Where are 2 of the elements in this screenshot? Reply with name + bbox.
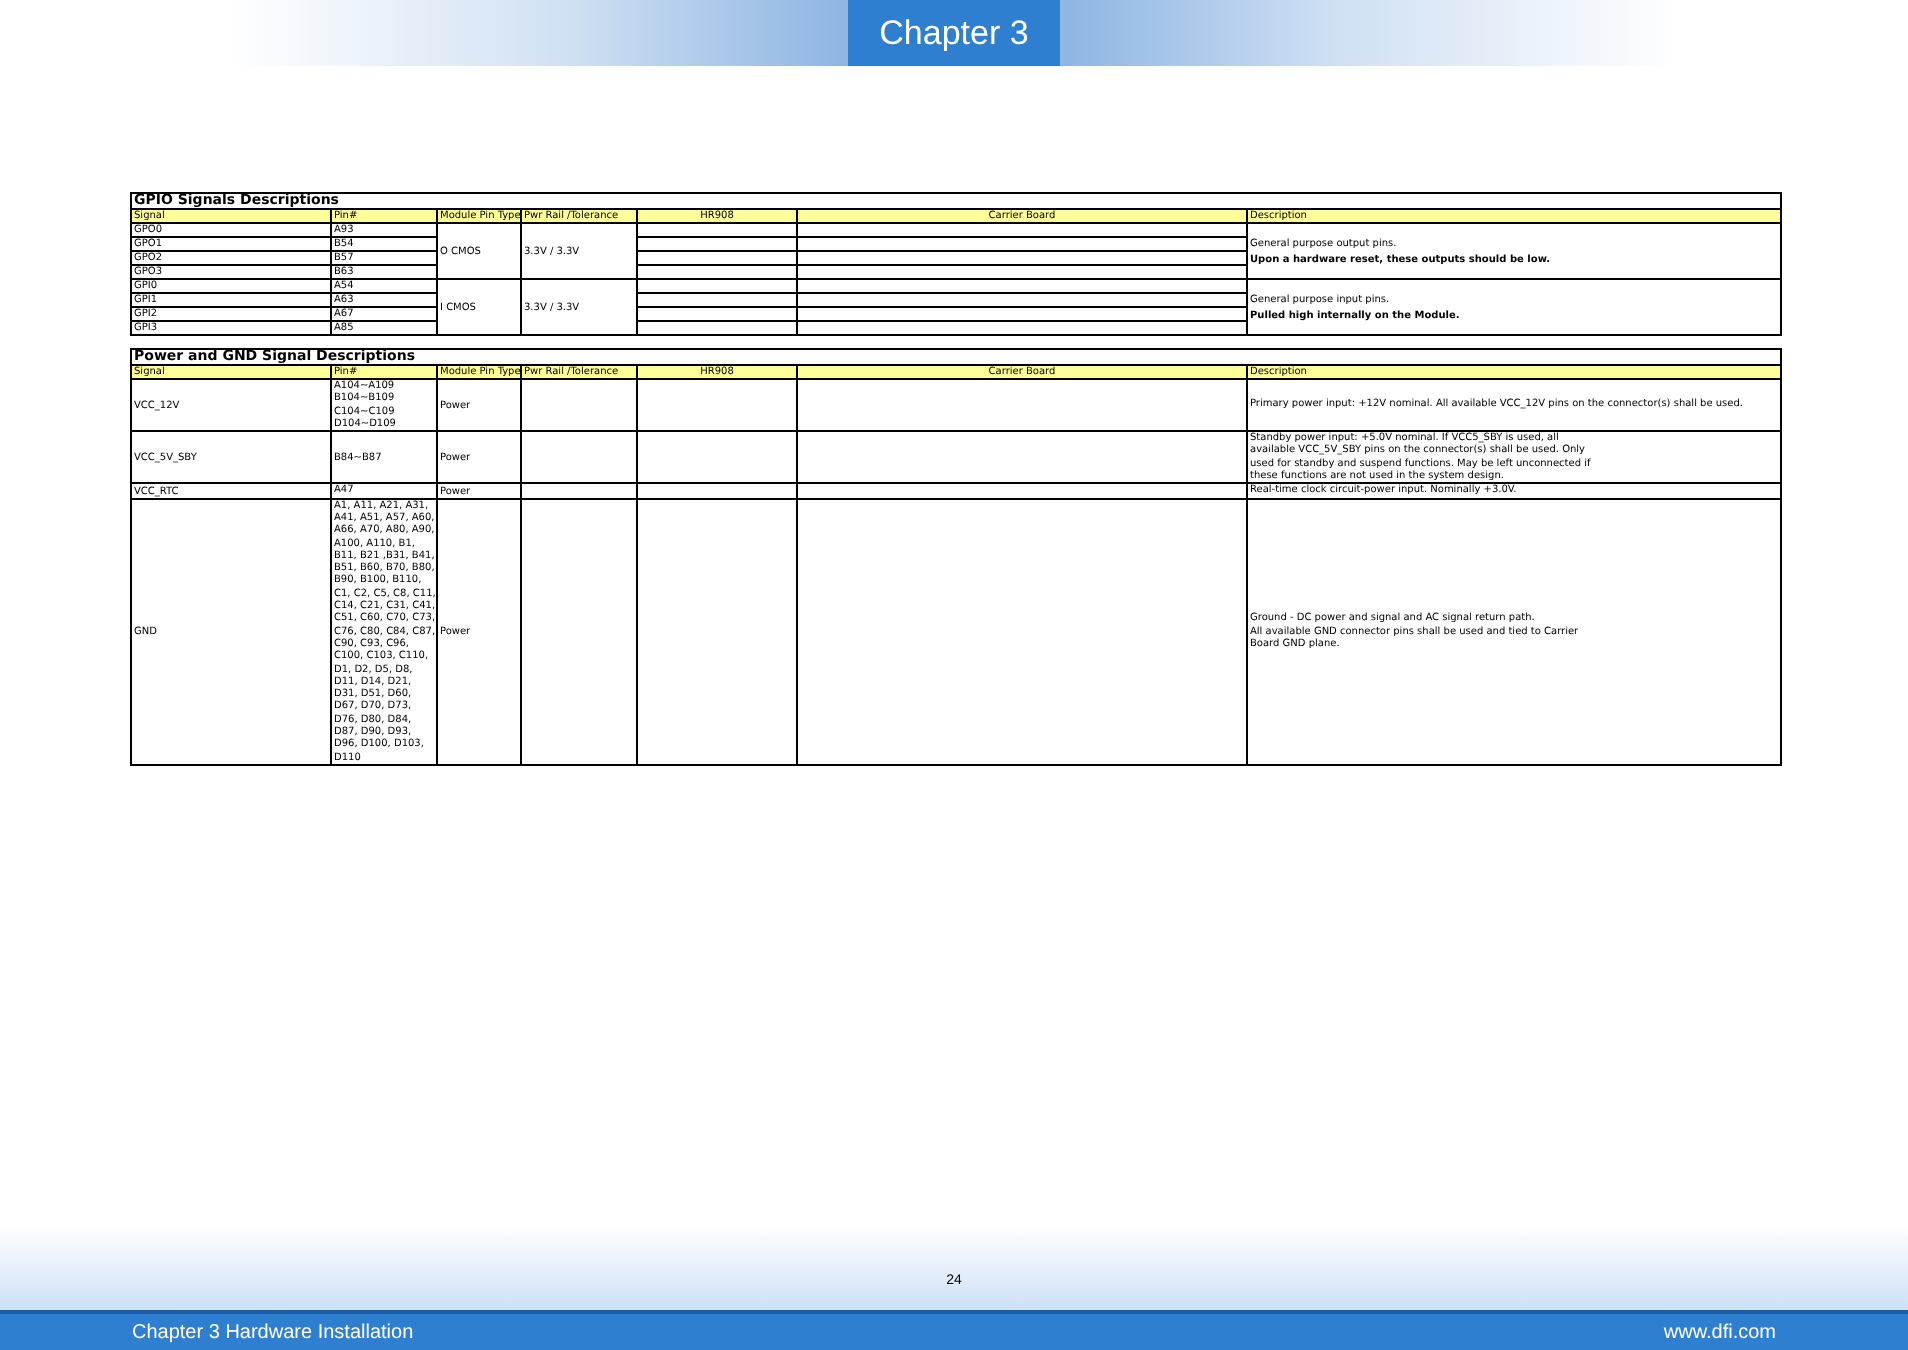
- website-link[interactable]: www.dfi.com: [1663, 1321, 1776, 1343]
- footer-section-title: Chapter 3 Hardware Installation: [132, 1321, 414, 1343]
